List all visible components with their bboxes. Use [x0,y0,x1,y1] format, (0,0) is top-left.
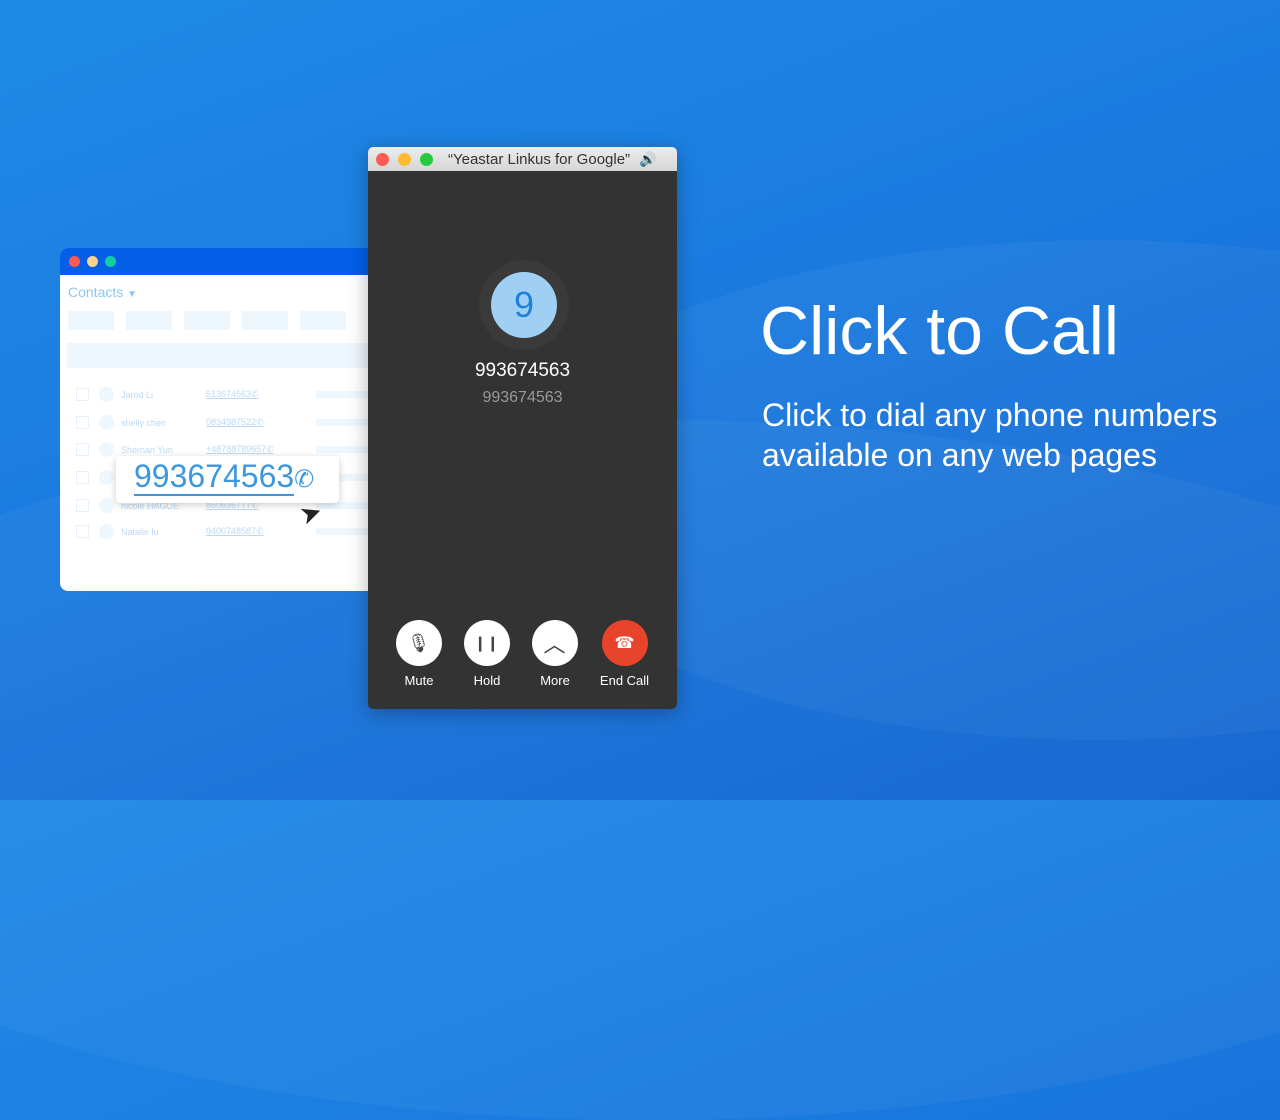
close-button[interactable] [376,152,389,166]
caret-down-icon: ▼ [127,289,138,300]
subheadline: Click to dial any phone numbers availabl… [762,397,1218,473]
contact-name: Natalie lu [121,526,159,537]
mute-label: Mute [404,673,434,688]
hold-button[interactable]: ❙❙ Hold [463,620,511,688]
microphone-icon: 🎙 [395,620,442,666]
call-window: “Yeastar Linkus for Google” 🔊 9 993674563… [368,147,677,709]
close-button[interactable] [69,256,80,267]
tab[interactable] [300,311,346,330]
hang-up-icon: ☎ [601,620,648,666]
table-row: Jarod Li 513674563✆ [76,387,376,402]
zoom-button[interactable] [105,256,116,267]
tab[interactable] [126,311,172,330]
contact-name: shelly chen [121,417,167,428]
phone-link[interactable]: 0400748587✆ [206,526,316,537]
checkbox[interactable] [76,525,89,538]
more-label: More [540,673,570,688]
avatar [99,524,114,539]
phone-icon: ✆ [294,466,315,493]
caller-avatar: 9 [479,260,569,350]
checkbox[interactable] [76,499,89,512]
contacts-dropdown[interactable]: Contacts ▼ [68,284,380,300]
end-call-label: End Call [599,673,650,688]
contact-name: Jarod Li [121,389,154,400]
hold-label: Hold [473,673,501,688]
table-row: Shernan Yun +48788789657✆ [76,442,376,457]
click-to-call-popup[interactable]: 993674563✆ [116,456,339,503]
popup-number[interactable]: 993674563 [134,458,295,496]
contact-name: Shernan Yun [121,444,173,455]
checkbox[interactable] [76,388,89,401]
minimize-button[interactable] [87,256,98,267]
filter-tabs [68,311,380,330]
table-row: Natalie lu 0400748587✆ [76,524,376,539]
tab[interactable] [242,311,288,330]
contacts-titlebar [60,248,380,275]
headline: Click to Call [760,293,1119,369]
avatar [99,470,114,485]
more-button[interactable]: ︿ More [531,620,579,688]
avatar-initial: 9 [491,272,557,338]
avatar [99,415,114,430]
avatar [99,498,114,513]
tab[interactable] [184,311,230,330]
call-titlebar: “Yeastar Linkus for Google” 🔊 [368,147,677,171]
end-call-button[interactable]: ☎ End Call [600,620,650,688]
checkbox[interactable] [76,443,89,456]
caller-name: 993674563 [474,360,571,381]
table-header [67,343,380,368]
contacts-title: Contacts [68,284,124,300]
pause-icon: ❙❙ [463,620,510,666]
contacts-window: Contacts ▼ Jarod Li 513674563✆ shelly che… [60,248,380,591]
checkbox[interactable] [76,416,89,429]
avatar [99,387,114,402]
phone-link[interactable]: +48788789657✆ [206,444,316,455]
chevron-up-icon: ︿ [531,620,578,666]
phone-link[interactable]: 0834987522✆ [206,417,316,428]
checkbox[interactable] [76,471,89,484]
speaker-icon: 🔊 [639,150,657,167]
minimize-button[interactable] [398,152,411,166]
zoom-button[interactable] [420,152,433,166]
phone-link[interactable]: 513674563✆ [206,389,316,400]
table-row: shelly chen 0834987522✆ [76,415,376,430]
mute-button[interactable]: 🎙 Mute [395,620,443,688]
tab[interactable] [68,311,114,330]
avatar [99,442,114,457]
window-title: “Yeastar Linkus for Google” [448,150,631,168]
caller-number: 993674563 [482,389,563,406]
